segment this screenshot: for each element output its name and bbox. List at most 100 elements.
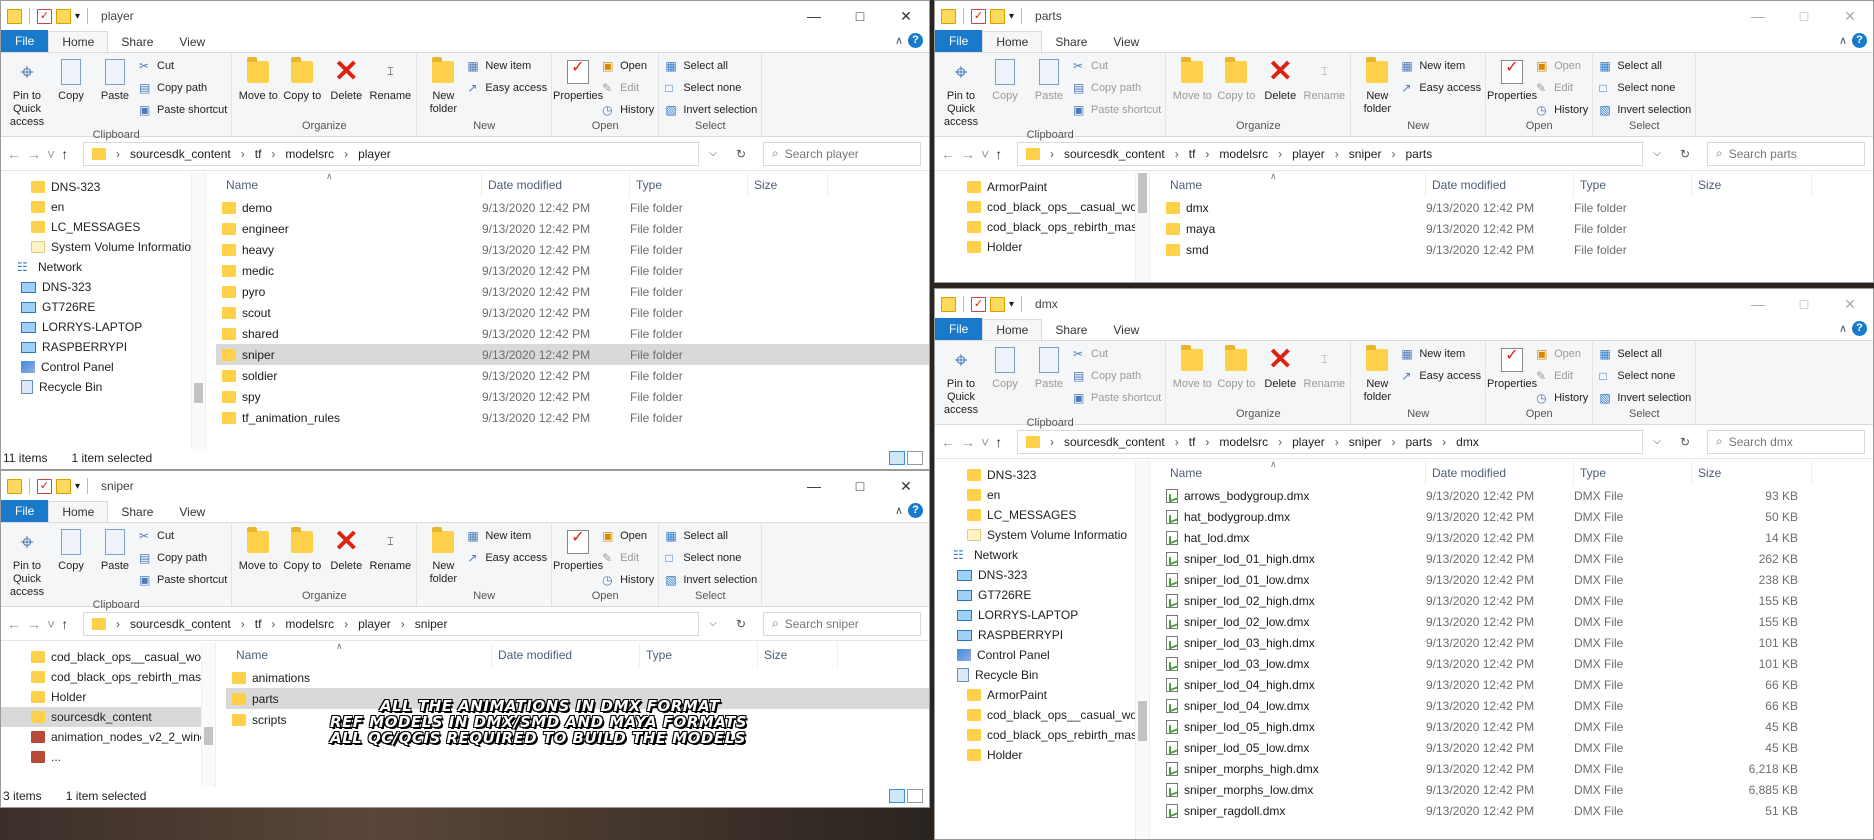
tab-file[interactable]: File — [1, 30, 49, 52]
pin-quick-access-button[interactable]: ⌖ Pin to Quick access — [939, 56, 983, 129]
nav-scrollbar[interactable] — [201, 643, 215, 787]
copy-to-button[interactable]: Copy to — [280, 56, 324, 103]
collapse-ribbon-icon[interactable]: ∧ — [1839, 322, 1847, 335]
up-button[interactable]: ↑ — [61, 616, 68, 632]
copy-path-button[interactable]: ▤ Copy path — [139, 78, 227, 98]
nav-item[interactable]: ArmorPaint — [935, 177, 1149, 197]
search-input[interactable]: ⌕ Search dmx — [1707, 429, 1865, 454]
search-input[interactable]: ⌕ Search sniper — [763, 611, 921, 636]
easy-access-button[interactable]: ↗ Easy access — [467, 78, 547, 98]
column-header-type[interactable]: Type — [640, 643, 758, 667]
select-all-button[interactable]: ▦ Select all — [1599, 56, 1691, 76]
title-bar[interactable]: ▾ sniper —□✕ — [1, 471, 929, 501]
help-icon[interactable]: ? — [908, 503, 923, 518]
title-bar[interactable]: ▾ parts —□✕ — [935, 1, 1873, 31]
details-view-button[interactable] — [889, 451, 905, 465]
rename-button[interactable]: ⌶ Rename — [368, 526, 412, 573]
invert-selection-button[interactable]: ▧ Invert selection — [1599, 388, 1691, 408]
customize-toolbar-icon[interactable]: ▾ — [1009, 11, 1014, 22]
history-button[interactable]: ◷ History — [602, 100, 654, 120]
tab-home[interactable]: Home — [982, 31, 1043, 52]
select-none-button[interactable]: □ Select none — [665, 78, 757, 98]
collapse-ribbon-icon[interactable]: ∧ — [895, 34, 903, 47]
breadcrumb-item[interactable]: sourcesdk_content — [1064, 147, 1165, 161]
nav-item[interactable]: ... — [1, 747, 215, 767]
forward-button[interactable]: → — [961, 146, 975, 162]
new-folder-quick-icon[interactable] — [990, 296, 1005, 312]
paste-button[interactable]: Paste — [1027, 344, 1071, 391]
column-header-size[interactable]: Size — [758, 643, 838, 667]
list-item[interactable]: scout 9/13/2020 12:42 PM File folder — [216, 302, 929, 323]
tab-home[interactable]: Home — [982, 319, 1043, 340]
list-item[interactable]: sniper_lod_05_low.dmx 9/13/2020 12:42 PM D… — [1160, 737, 1873, 758]
nav-item[interactable]: Control Panel — [1, 357, 205, 377]
nav-item[interactable]: Recycle Bin — [1, 377, 205, 397]
breadcrumb-item[interactable]: tf — [1189, 147, 1196, 161]
breadcrumb-item[interactable]: parts — [1405, 435, 1432, 449]
maximize-button[interactable]: □ — [1781, 1, 1827, 31]
paste-shortcut-button[interactable]: ▣ Paste shortcut — [139, 100, 227, 120]
paste-shortcut-button[interactable]: ▣ Paste shortcut — [1073, 388, 1161, 408]
search-input[interactable]: ⌕ Search parts — [1707, 141, 1865, 166]
breadcrumb-item[interactable]: sourcesdk_content — [130, 147, 231, 161]
breadcrumb-item[interactable]: sourcesdk_content — [1064, 435, 1165, 449]
list-item[interactable]: smd 9/13/2020 12:42 PM File folder — [1160, 239, 1873, 260]
list-item[interactable]: sniper_lod_05_high.dmx 9/13/2020 12:42 PM… — [1160, 716, 1873, 737]
nav-item[interactable]: DNS-323 — [1, 277, 205, 297]
column-header-date[interactable]: Date modified — [492, 643, 640, 667]
list-item[interactable]: engineer 9/13/2020 12:42 PM File folder — [216, 218, 929, 239]
nav-scrollbar[interactable] — [1135, 173, 1149, 282]
breadcrumb-item[interactable]: modelsrc — [285, 147, 334, 161]
easy-access-button[interactable]: ↗ Easy access — [1401, 366, 1481, 386]
tab-share[interactable]: Share — [108, 32, 166, 52]
nav-item[interactable]: ArmorPaint — [935, 685, 1149, 705]
tab-view[interactable]: View — [1100, 320, 1152, 340]
chevron-right-icon[interactable]: › — [241, 617, 245, 631]
title-bar[interactable]: ▾ dmx —□✕ — [935, 289, 1873, 319]
paste-shortcut-button[interactable]: ▣ Paste shortcut — [139, 570, 227, 590]
customize-toolbar-icon[interactable]: ▾ — [75, 481, 80, 492]
new-folder-button[interactable]: New folder — [421, 56, 465, 116]
list-item[interactable]: sniper_lod_02_low.dmx 9/13/2020 12:42 PM D… — [1160, 611, 1873, 632]
column-header-name[interactable]: Name — [1164, 461, 1426, 485]
chevron-right-icon[interactable]: › — [344, 617, 348, 631]
list-item[interactable]: demo 9/13/2020 12:42 PM File folder — [216, 197, 929, 218]
select-all-button[interactable]: ▦ Select all — [1599, 344, 1691, 364]
list-item[interactable]: hat_bodygroup.dmx 9/13/2020 12:42 PM DMX F… — [1160, 506, 1873, 527]
copy-button[interactable]: Copy — [49, 56, 93, 103]
invert-selection-button[interactable]: ▧ Invert selection — [1599, 100, 1691, 120]
chevron-right-icon[interactable]: › — [241, 147, 245, 161]
select-all-button[interactable]: ▦ Select all — [665, 56, 757, 76]
paste-shortcut-button[interactable]: ▣ Paste shortcut — [1073, 100, 1161, 120]
properties-button[interactable]: Properties — [1487, 56, 1537, 103]
maximize-button[interactable]: □ — [1781, 289, 1827, 319]
column-header-size[interactable]: Size — [748, 173, 828, 197]
invert-selection-button[interactable]: ▧ Invert selection — [665, 570, 757, 590]
breadcrumb-item[interactable]: player — [1292, 435, 1325, 449]
nav-item[interactable]: LC_MESSAGES — [1, 217, 205, 237]
nav-item[interactable]: Holder — [935, 237, 1149, 257]
edit-button[interactable]: ✎ Edit — [1536, 366, 1588, 386]
chevron-right-icon[interactable]: › — [1278, 147, 1282, 161]
large-icons-view-button[interactable] — [907, 451, 923, 465]
chevron-right-icon[interactable]: › — [1205, 435, 1209, 449]
select-none-button[interactable]: □ Select none — [1599, 366, 1691, 386]
minimize-button[interactable]: — — [791, 471, 837, 501]
properties-quick-icon[interactable] — [971, 8, 986, 24]
recent-locations-button[interactable]: ˅ — [981, 146, 989, 162]
list-item[interactable]: sniper_ragdoll.dmx 9/13/2020 12:42 PM DMX … — [1160, 800, 1873, 821]
tab-share[interactable]: Share — [1042, 32, 1100, 52]
back-button[interactable]: ← — [941, 146, 955, 162]
nav-item[interactable]: Holder — [1, 687, 215, 707]
maximize-button[interactable]: □ — [837, 471, 883, 501]
list-item[interactable]: sniper_lod_04_high.dmx 9/13/2020 12:42 PM… — [1160, 674, 1873, 695]
details-view-button[interactable] — [889, 789, 905, 803]
breadcrumb-item[interactable]: modelsrc — [1219, 147, 1268, 161]
list-item[interactable]: spy 9/13/2020 12:42 PM File folder — [216, 386, 929, 407]
column-header-date[interactable]: Date modified — [1426, 173, 1574, 197]
tab-home[interactable]: Home — [48, 501, 109, 522]
chevron-right-icon[interactable]: › — [344, 147, 348, 161]
list-item[interactable]: shared 9/13/2020 12:42 PM File folder — [216, 323, 929, 344]
chevron-right-icon[interactable]: › — [1335, 435, 1339, 449]
list-item[interactable]: sniper 9/13/2020 12:42 PM File folder — [216, 344, 929, 365]
